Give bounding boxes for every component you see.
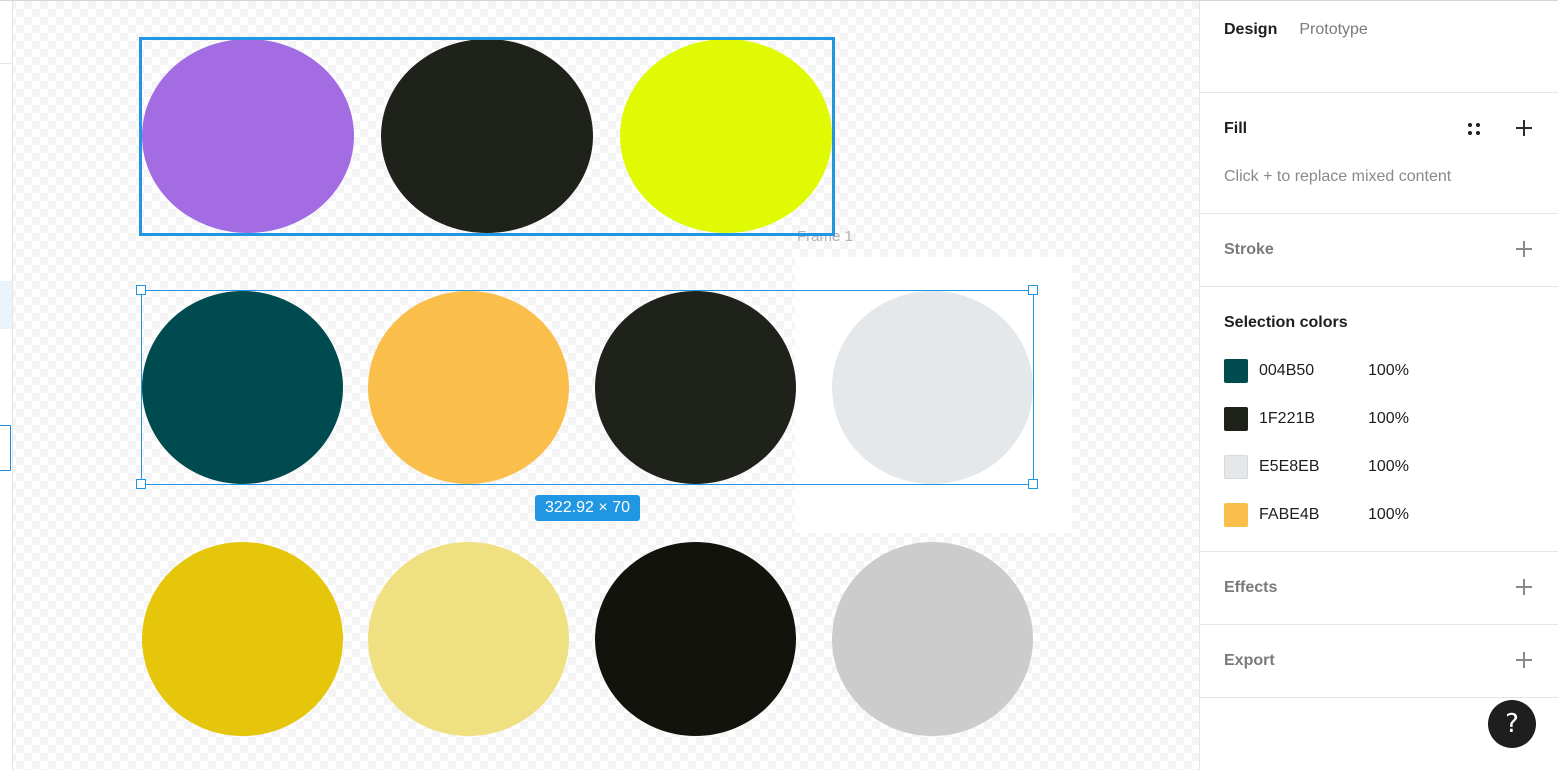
selection-bounding-box[interactable] <box>141 290 1034 485</box>
section-divider <box>1200 286 1558 287</box>
group-selection-outline[interactable] <box>139 37 835 236</box>
styles-grid-icon[interactable] <box>1466 121 1482 137</box>
color-opacity-value[interactable]: 100% <box>1368 410 1409 428</box>
selection-color-row[interactable]: E5E8EB 100% <box>1224 455 1524 479</box>
section-divider <box>1200 213 1558 214</box>
tab-prototype[interactable]: Prototype <box>1299 21 1367 39</box>
layer-highlight[interactable] <box>0 281 12 329</box>
stroke-section-title[interactable]: Stroke <box>1224 241 1274 259</box>
help-icon[interactable]: ? <box>1488 700 1536 748</box>
layers-divider <box>0 63 12 64</box>
add-stroke-plus-icon[interactable] <box>1514 239 1534 259</box>
ellipse-row3-1[interactable] <box>142 542 343 736</box>
color-hex-value[interactable]: 004B50 <box>1259 362 1314 380</box>
design-canvas[interactable]: Frame 1 322.92 × 70 <box>0 0 1199 771</box>
scrolled-section-remnant <box>1224 47 1524 63</box>
add-export-plus-icon[interactable] <box>1514 650 1534 670</box>
section-divider <box>1200 697 1558 698</box>
export-section-title[interactable]: Export <box>1224 652 1275 670</box>
panel-tabs: Design Prototype <box>1224 21 1368 39</box>
fill-section-title: Fill <box>1224 120 1248 137</box>
resize-handle-bottom-left[interactable] <box>136 479 146 489</box>
resize-handle-top-right[interactable] <box>1028 285 1038 295</box>
color-opacity-value[interactable]: 100% <box>1368 458 1409 476</box>
selection-color-row[interactable]: FABE4B 100% <box>1224 503 1524 527</box>
ellipse-row3-2[interactable] <box>368 542 569 736</box>
resize-handle-bottom-right[interactable] <box>1028 479 1038 489</box>
section-divider <box>1200 551 1558 552</box>
color-opacity-value[interactable]: 100% <box>1368 506 1409 524</box>
add-fill-plus-icon[interactable] <box>1514 118 1534 138</box>
color-swatch[interactable] <box>1224 455 1248 479</box>
resize-handle-top-left[interactable] <box>136 285 146 295</box>
section-divider <box>1200 92 1558 93</box>
layers-panel-edge <box>0 1 13 771</box>
ellipse-row3-4[interactable] <box>832 542 1033 736</box>
dimension-badge: 322.92 × 70 <box>535 495 640 521</box>
color-swatch[interactable] <box>1224 407 1248 431</box>
color-swatch[interactable] <box>1224 359 1248 383</box>
section-divider <box>1200 624 1558 625</box>
layer-selected-outline[interactable] <box>0 425 11 471</box>
color-swatch[interactable] <box>1224 503 1248 527</box>
ellipse-row3-3[interactable] <box>595 542 796 736</box>
selection-color-row[interactable]: 1F221B 100% <box>1224 407 1524 431</box>
fill-hint-text: Click + to replace mixed content <box>1224 168 1452 185</box>
add-effect-plus-icon[interactable] <box>1514 577 1534 597</box>
properties-panel: Design Prototype Fill Click + to replace… <box>1199 0 1558 770</box>
color-hex-value[interactable]: 1F221B <box>1259 410 1315 428</box>
tab-design[interactable]: Design <box>1224 21 1277 39</box>
selection-color-row[interactable]: 004B50 100% <box>1224 359 1524 383</box>
color-opacity-value[interactable]: 100% <box>1368 362 1409 380</box>
color-hex-value[interactable]: FABE4B <box>1259 506 1319 524</box>
selection-colors-title: Selection colors <box>1224 314 1348 331</box>
effects-section-title[interactable]: Effects <box>1224 579 1277 597</box>
color-hex-value[interactable]: E5E8EB <box>1259 458 1319 476</box>
